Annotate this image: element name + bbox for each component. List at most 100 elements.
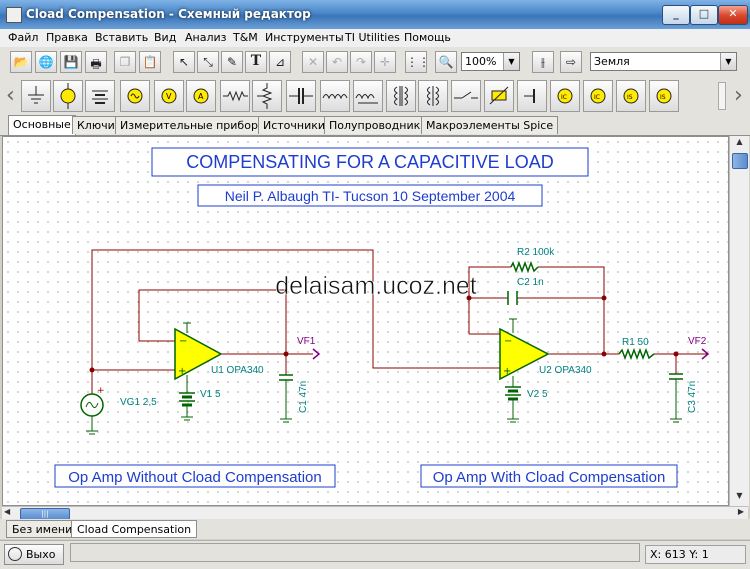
component-inductor-core[interactable] bbox=[353, 80, 383, 112]
vertical-scroll-thumb[interactable] bbox=[732, 153, 748, 169]
component-current-source-2[interactable]: IC bbox=[583, 80, 613, 112]
scroll-left-icon[interactable]: ‹ bbox=[6, 82, 16, 110]
minimize-button[interactable]: _ bbox=[662, 5, 690, 25]
wire-tool-button[interactable]: ⤡ bbox=[197, 51, 219, 73]
scroll-right-icon[interactable]: › bbox=[734, 82, 744, 110]
zoom-button[interactable]: 🔍 bbox=[435, 51, 457, 73]
redo-button[interactable]: ↷ bbox=[350, 51, 372, 73]
menu-analysis[interactable]: Анализ bbox=[185, 31, 227, 44]
junction-icon: ✛ bbox=[379, 55, 391, 69]
caption-left: Op Amp Without Cload Compensation bbox=[68, 469, 321, 486]
maximize-button[interactable]: □ bbox=[690, 5, 718, 25]
component-ammeter[interactable]: A bbox=[186, 80, 216, 112]
maximize-icon: □ bbox=[698, 7, 710, 20]
grid-button[interactable]: ⋮⋮ bbox=[405, 51, 430, 73]
text-tool-button[interactable]: T bbox=[245, 51, 267, 73]
label-r1: R1 50 bbox=[622, 337, 649, 348]
resistor-r2[interactable] bbox=[510, 260, 539, 274]
horizontal-scrollbar[interactable]: ◀ ||| ▶ bbox=[2, 506, 748, 520]
component-ac-source[interactable] bbox=[120, 80, 150, 112]
open-button[interactable]: 📂 bbox=[10, 51, 32, 73]
component-capacitor[interactable] bbox=[286, 80, 316, 112]
menu-help[interactable]: Помощь bbox=[404, 31, 451, 44]
label-tool-button[interactable]: ⇨ bbox=[560, 51, 582, 73]
save-button[interactable]: 💾 bbox=[60, 51, 82, 73]
junction-dot bbox=[601, 295, 607, 301]
schematic-canvas[interactable]: COMPENSATING FOR A CAPACITIVE LOAD Neil … bbox=[2, 136, 729, 506]
zoom-icon: 🔍 bbox=[438, 55, 454, 69]
tab-semiconductors[interactable]: Полупроводники bbox=[324, 116, 433, 134]
battery-icon bbox=[92, 90, 108, 104]
voltmeter-icon: V bbox=[161, 88, 177, 104]
undo-button[interactable]: ↶ bbox=[326, 51, 348, 73]
menu-file[interactable]: Файл bbox=[8, 31, 38, 44]
component-transformer-ct[interactable] bbox=[418, 80, 448, 112]
globe-icon: 🌐 bbox=[38, 55, 54, 69]
tina-tool-button[interactable]: ⫲ bbox=[532, 51, 554, 73]
pencil-tool-button[interactable]: ✎ bbox=[221, 51, 243, 73]
menu-tm[interactable]: T&M bbox=[233, 31, 258, 44]
menu-ti-utilities[interactable]: TI Utilities bbox=[345, 31, 400, 44]
app-icon bbox=[6, 7, 22, 23]
window-titlebar: Cload Compensation - Схемный редактор _ … bbox=[0, 0, 750, 30]
zoom-select[interactable]: 100% ▼ bbox=[461, 52, 520, 71]
graphic-tool-button[interactable]: ⊿ bbox=[269, 51, 291, 73]
text-icon: T bbox=[250, 53, 262, 69]
menu-edit[interactable]: Правка bbox=[46, 31, 88, 44]
component-voltmeter[interactable]: V bbox=[154, 80, 184, 112]
component-current-source-1[interactable]: IC bbox=[550, 80, 580, 112]
junction-dot bbox=[601, 351, 607, 357]
menu-tools[interactable]: Инструменты bbox=[265, 31, 344, 44]
tab-meters[interactable]: Измерительные приборы bbox=[115, 116, 272, 134]
component-varistor[interactable] bbox=[484, 80, 514, 112]
component-battery[interactable] bbox=[85, 80, 115, 112]
undo-icon: ↶ bbox=[331, 55, 343, 69]
component-source-is-1[interactable]: IS bbox=[616, 80, 646, 112]
delete-button[interactable]: ✕ bbox=[302, 51, 324, 73]
component-terminal[interactable] bbox=[517, 80, 547, 112]
tab-sources[interactable]: Источники bbox=[258, 116, 331, 134]
component-inductor[interactable] bbox=[320, 80, 350, 112]
web-button[interactable]: 🌐 bbox=[35, 51, 57, 73]
tab-untitled[interactable]: Без имени bbox=[6, 520, 79, 538]
transformer-icon bbox=[394, 86, 408, 106]
component-transformer[interactable] bbox=[386, 80, 416, 112]
label-v1: V1 5 bbox=[200, 389, 221, 400]
resistor-r1[interactable] bbox=[618, 347, 655, 361]
vertical-scrollbar[interactable]: ▲ ▼ bbox=[729, 136, 749, 506]
toolbar-scroll-handle[interactable] bbox=[718, 82, 726, 110]
close-button[interactable]: ✕ bbox=[718, 5, 748, 25]
exit-icon bbox=[8, 547, 22, 561]
component-switch[interactable] bbox=[451, 80, 481, 112]
junction-button[interactable]: ✛ bbox=[374, 51, 396, 73]
menu-insert[interactable]: Вставить bbox=[95, 31, 148, 44]
component-voltage-source[interactable] bbox=[53, 80, 83, 112]
ground-select[interactable]: Земля ▼ bbox=[590, 52, 737, 71]
scroll-up-icon[interactable]: ▲ bbox=[730, 137, 749, 151]
component-resistor[interactable] bbox=[220, 80, 250, 112]
svg-text:IC: IC bbox=[594, 94, 600, 101]
select-tool-button[interactable]: ↖ bbox=[173, 51, 195, 73]
scroll-left-icon[interactable]: ◀ bbox=[4, 507, 10, 516]
svg-text:IS: IS bbox=[627, 94, 633, 101]
menu-view[interactable]: Вид bbox=[154, 31, 176, 44]
print-button[interactable]: 🖶 bbox=[85, 51, 107, 73]
source-icon: IS bbox=[623, 88, 639, 104]
tab-switches[interactable]: Ключи bbox=[72, 116, 120, 134]
component-ground[interactable] bbox=[21, 80, 51, 112]
paste-button[interactable]: 📋 bbox=[139, 51, 161, 73]
scroll-right-icon[interactable]: ▶ bbox=[738, 507, 744, 516]
copy-button[interactable]: ❐ bbox=[114, 51, 136, 73]
svg-text:V: V bbox=[166, 92, 172, 101]
tab-spice-macros[interactable]: Макроэлементы Spice bbox=[421, 116, 559, 134]
chevron-down-icon: ▼ bbox=[503, 53, 519, 70]
scroll-down-icon[interactable]: ▼ bbox=[730, 491, 749, 505]
probe-vf1[interactable] bbox=[312, 348, 321, 360]
component-source-is-2[interactable]: IS bbox=[649, 80, 679, 112]
inductor-icon bbox=[322, 94, 348, 100]
tab-basic[interactable]: Основные bbox=[8, 115, 76, 135]
tab-cload-compensation[interactable]: Cload Compensation bbox=[71, 520, 198, 538]
exit-button[interactable]: Выхо bbox=[4, 544, 64, 565]
component-potentiometer[interactable] bbox=[252, 80, 282, 112]
svg-text:A: A bbox=[198, 92, 204, 101]
